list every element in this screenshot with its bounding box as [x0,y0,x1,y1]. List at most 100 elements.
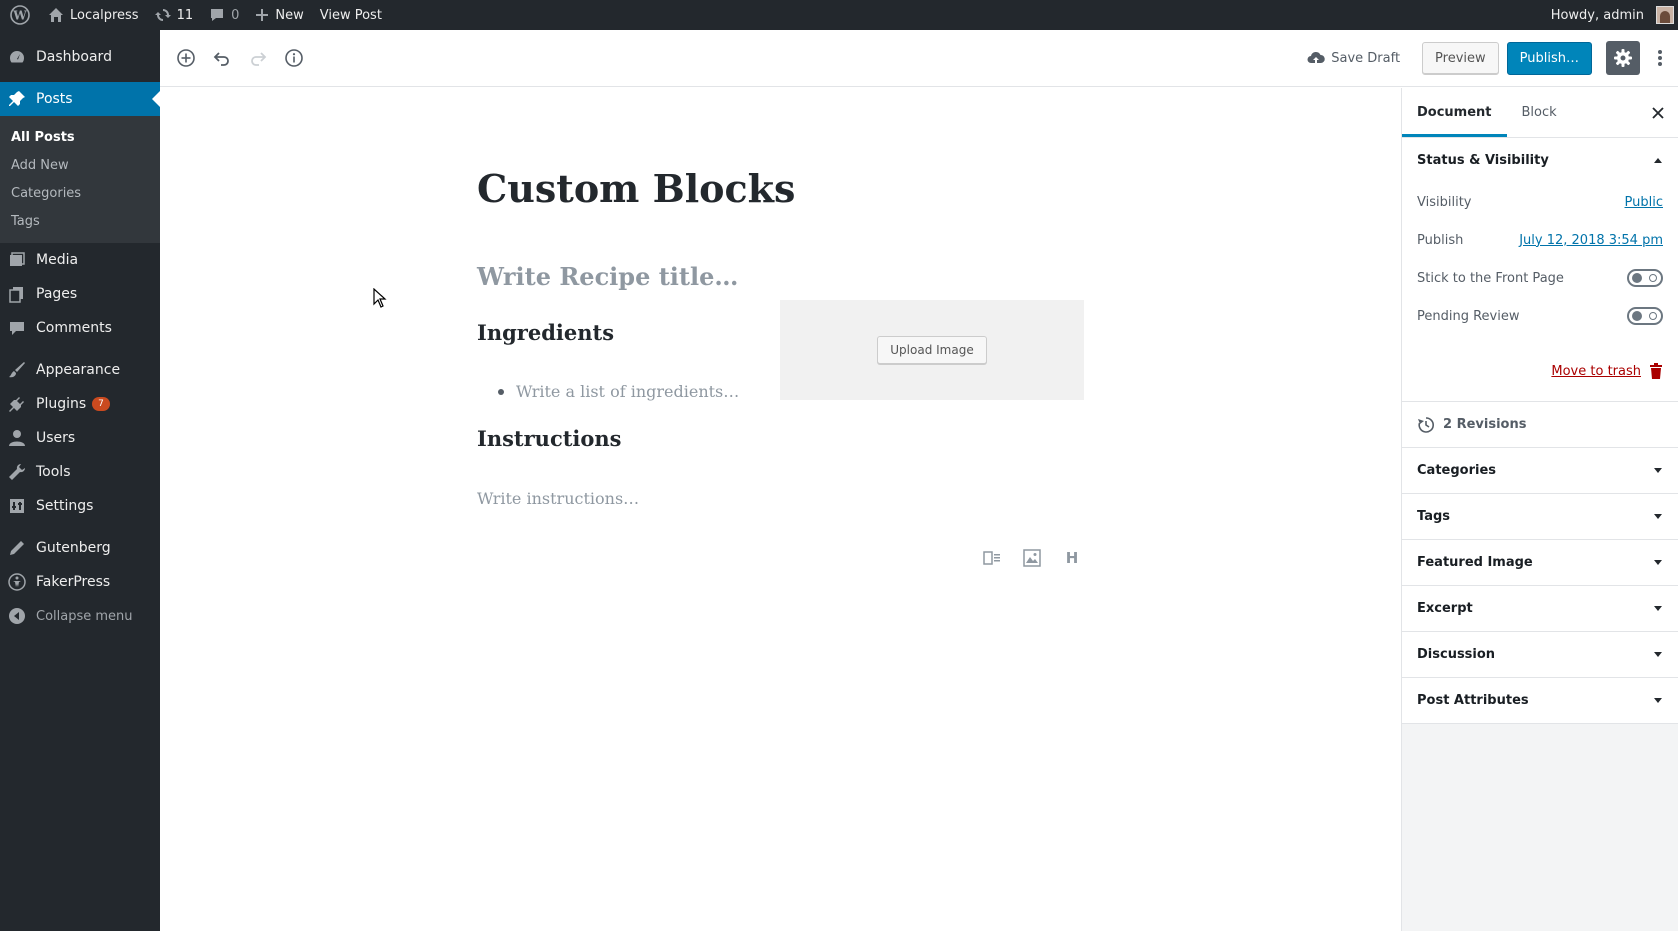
block-inserter-shortcuts: H [980,546,1084,570]
settings-icon [10,499,24,513]
menu-item-media[interactable]: Media [0,243,160,277]
home-icon [49,8,63,22]
menu-item-fakerpress[interactable]: FakerPress [0,565,160,599]
move-to-trash-row: Move to trash [1417,351,1663,391]
menu-label: Pages [36,286,78,302]
status-visibility-toggle[interactable]: Status & Visibility [1402,138,1678,183]
sticky-row: Stick to the Front Page [1417,259,1663,297]
visibility-row: Visibility Public [1417,183,1663,221]
plugins-update-badge: 7 [92,397,110,411]
admin-menu: Dashboard Posts All Posts Add New Catego… [0,30,160,931]
menu-item-dashboard[interactable]: Dashboard [0,40,160,74]
featured-image-panel[interactable]: Featured Image [1402,540,1678,586]
image-block-button[interactable] [1020,546,1044,570]
menu-label: Gutenberg [36,540,111,556]
collapse-menu-button[interactable]: Collapse menu [0,599,160,633]
heading-block-button[interactable]: H [1060,546,1084,570]
discussion-panel[interactable]: Discussion [1402,632,1678,678]
media-text-block-button[interactable] [980,546,1004,570]
trash-icon[interactable] [1649,363,1663,379]
history-icon [1418,416,1434,433]
categories-panel[interactable]: Categories [1402,448,1678,494]
account-menu[interactable]: Howdy, admin [1543,0,1678,30]
sticky-label: Stick to the Front Page [1417,270,1564,286]
submenu-item-add-new[interactable]: Add New [0,151,160,179]
content-info-button[interactable] [276,40,312,76]
wrench-icon [9,463,26,480]
menu-item-pages[interactable]: Pages [0,277,160,311]
comment-icon [211,9,224,21]
menu-item-posts[interactable]: Posts [0,82,160,116]
ingredients-list-item[interactable]: Write a list of ingredients… [498,382,739,401]
fakerpress-icon [8,573,26,591]
view-post-link[interactable]: View Post [312,0,390,30]
upload-image-button[interactable]: Upload Image [877,336,987,364]
redo-button[interactable] [240,40,276,76]
excerpt-panel[interactable]: Excerpt [1402,586,1678,632]
revisions-link[interactable]: 2 Revisions [1402,402,1678,448]
plus-icon [256,9,269,21]
menu-item-users[interactable]: Users [0,421,160,455]
updates-link[interactable]: 11 [147,0,202,30]
admin-bar: W Localpress 11 0 New View Post Howdy, a… [0,0,1678,30]
publish-button[interactable]: Publish… [1506,41,1592,75]
menu-item-tools[interactable]: Tools [0,455,160,489]
menu-label: Media [36,252,79,268]
wordpress-logo-icon[interactable]: W [0,0,40,30]
image-icon [1023,549,1041,567]
menu-label: Dashboard [36,49,112,65]
publish-row: Publish July 12, 2018 3:54 pm [1417,221,1663,259]
menu-label: Appearance [36,362,121,378]
editor-content: Custom Blocks Write Recipe title… Ingred… [160,88,1400,931]
post-attributes-panel[interactable]: Post Attributes [1402,678,1678,724]
pending-review-toggle[interactable] [1627,307,1663,325]
undo-button[interactable] [204,40,240,76]
post-title[interactable]: Custom Blocks [477,166,795,211]
add-block-button[interactable] [168,40,204,76]
visibility-value-link[interactable]: Public [1625,195,1663,210]
sticky-toggle[interactable] [1627,269,1663,287]
menu-item-comments[interactable]: Comments [0,311,160,345]
media-icon [10,252,25,266]
paintbrush-icon [9,362,25,378]
save-draft-button[interactable]: Save Draft [1293,50,1414,66]
submenu-item-categories[interactable]: Categories [0,179,160,207]
menu-label: Collapse menu [36,608,133,624]
panel-title: Excerpt [1417,601,1473,616]
tags-panel[interactable]: Tags [1402,494,1678,540]
menu-label: Settings [36,498,94,514]
chevron-down-icon [1654,652,1662,657]
comments-link[interactable]: 0 [201,0,247,30]
cloud-upload-icon [1307,51,1325,63]
menu-item-settings[interactable]: Settings [0,489,160,523]
menu-item-appearance[interactable]: Appearance [0,353,160,387]
close-icon [1652,106,1664,119]
menu-item-gutenberg[interactable]: Gutenberg [0,531,160,565]
pending-review-row: Pending Review [1417,297,1663,335]
tab-document[interactable]: Document [1402,88,1507,137]
new-content-link[interactable]: New [247,0,311,30]
redo-icon [251,52,267,66]
more-tools-button[interactable] [1648,40,1672,76]
close-sidebar-button[interactable] [1638,88,1678,137]
menu-label: Tools [36,464,71,480]
preview-button[interactable]: Preview [1422,41,1499,75]
settings-sidebar: Document Block Status & Visibility Visib… [1401,88,1678,931]
publish-date-link[interactable]: July 12, 2018 3:54 pm [1519,233,1663,248]
undo-icon [213,52,229,66]
collapse-arrow-icon [9,608,25,624]
instructions-heading: Instructions [477,426,622,451]
site-name-link[interactable]: Localpress [40,0,147,30]
settings-toggle-button[interactable] [1606,41,1640,75]
menu-item-plugins[interactable]: Plugins 7 [0,387,160,421]
tab-block[interactable]: Block [1507,88,1572,137]
users-icon [9,430,25,446]
submenu-item-all-posts[interactable]: All Posts [0,123,160,151]
move-to-trash-link[interactable]: Move to trash [1551,364,1641,379]
instructions-field[interactable]: Write instructions… [477,489,639,508]
pages-icon [9,287,23,303]
recipe-title-field[interactable]: Write Recipe title… [477,262,738,291]
pencil-icon [10,541,24,555]
submenu-item-tags[interactable]: Tags [0,207,160,235]
plus-circle-icon [177,49,195,67]
